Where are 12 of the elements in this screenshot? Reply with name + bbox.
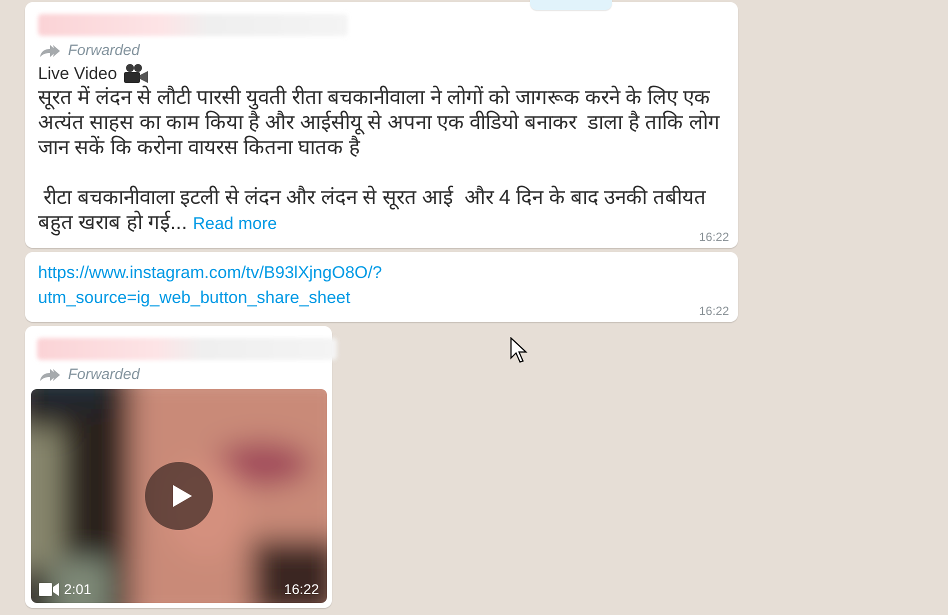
forwarded-label: Forwarded	[68, 366, 140, 383]
video-duration: 2:01	[64, 581, 92, 597]
mouse-cursor-icon	[510, 337, 528, 363]
message-text: सूरत में लंदन से लौटी पारसी युवती रीता बचकानीवाला ने लोगों को जागरूक करने के लिए एक अत्यंत साहस का काम किया है और आईसीयू से अपना एक वीडियो बनाकर डाला है ताकि लोग जान सकें कि करोना वायरस कितना घातक है	[38, 85, 721, 160]
video-camera-icon	[39, 582, 59, 596]
message-title: Live Video	[38, 64, 118, 84]
play-icon	[170, 484, 192, 508]
movie-camera-icon	[123, 63, 150, 85]
forwarded-label: Forwarded	[68, 42, 140, 59]
read-more-link[interactable]: Read more	[192, 214, 277, 233]
message-time: 16:22	[698, 304, 729, 318]
message-time: 16:22	[284, 581, 319, 597]
